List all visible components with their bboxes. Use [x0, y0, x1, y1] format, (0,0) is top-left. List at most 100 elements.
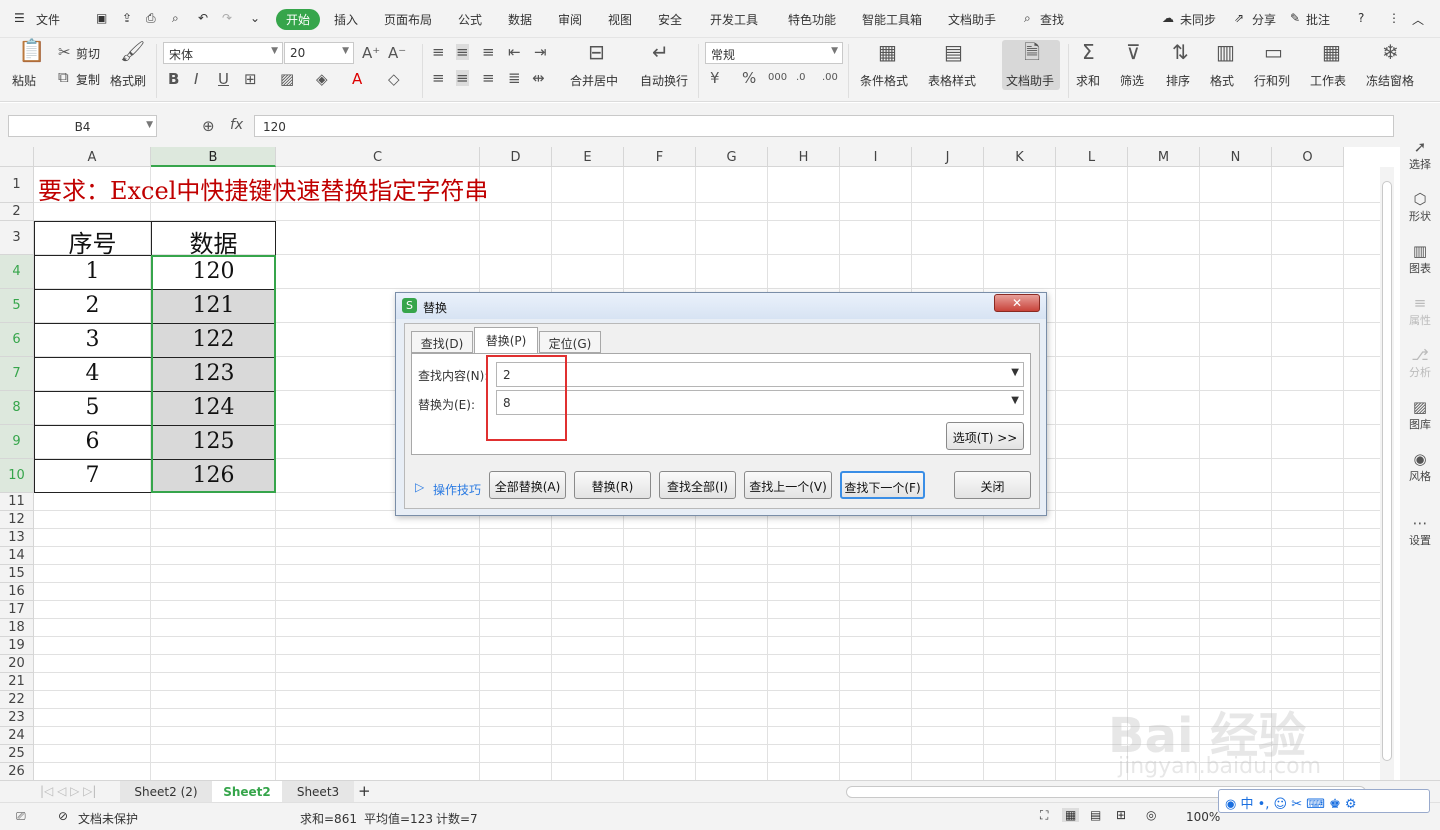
- increase-font-icon[interactable]: A⁺: [362, 45, 380, 61]
- column-header[interactable]: C: [276, 147, 480, 167]
- tab-goto[interactable]: 定位(G): [539, 331, 601, 353]
- share-button[interactable]: 分享: [1252, 11, 1276, 28]
- find-input[interactable]: 2 ▼: [496, 362, 1024, 387]
- select-all-corner[interactable]: [0, 147, 34, 167]
- close-button[interactable]: 关闭: [954, 471, 1031, 499]
- justify-icon[interactable]: ≣: [508, 70, 521, 86]
- conditional-format-button[interactable]: 条件格式: [860, 72, 908, 89]
- column-header[interactable]: B: [151, 147, 276, 167]
- page-break-icon[interactable]: ⊞: [1116, 808, 1126, 822]
- format-painter-icon[interactable]: 🖌: [120, 41, 145, 61]
- find-all-button[interactable]: 查找全部(I): [659, 471, 736, 499]
- distribute-icon[interactable]: ⇹: [532, 70, 545, 86]
- data-cell[interactable]: 124: [151, 395, 276, 420]
- dialog-titlebar[interactable]: S 替换 ✕: [396, 293, 1046, 319]
- menu-file[interactable]: 文件: [36, 11, 60, 28]
- tab-page-layout[interactable]: 页面布局: [384, 11, 432, 28]
- sheet-tab[interactable]: Sheet2 (2): [120, 781, 212, 803]
- page-view-icon[interactable]: ▤: [1090, 808, 1101, 822]
- tab-features[interactable]: 特色功能: [788, 11, 836, 28]
- row-header[interactable]: 19: [0, 637, 34, 655]
- row-header[interactable]: 24: [0, 727, 34, 745]
- rp-style[interactable]: ◉ 风格: [1400, 450, 1440, 484]
- first-sheet-icon[interactable]: |◁ ◁ ▷ ▷|: [40, 784, 96, 798]
- row-header[interactable]: 23: [0, 709, 34, 727]
- tab-view[interactable]: 视图: [608, 11, 632, 28]
- menu-search[interactable]: 查找: [1040, 11, 1064, 28]
- data-cell[interactable]: 122: [151, 327, 276, 352]
- row-header[interactable]: 14: [0, 547, 34, 565]
- row-header[interactable]: 12: [0, 511, 34, 529]
- row-header[interactable]: 7: [0, 357, 34, 391]
- rp-select[interactable]: ➚ 选择: [1400, 138, 1440, 172]
- tab-find[interactable]: 查找(D): [411, 331, 473, 353]
- sheet-tab[interactable]: Sheet3: [282, 781, 354, 803]
- comment-button[interactable]: 批注: [1306, 11, 1330, 28]
- preview-icon[interactable]: ⌕: [172, 11, 179, 26]
- column-header[interactable]: K: [984, 147, 1056, 167]
- freeze-icon[interactable]: ❄: [1382, 42, 1399, 62]
- sum-button[interactable]: 求和: [1076, 72, 1100, 89]
- copy-button[interactable]: 复制: [76, 71, 100, 88]
- align-bottom-icon[interactable]: ≡: [482, 44, 495, 60]
- rp-gallery[interactable]: ▨ 图库: [1400, 398, 1440, 432]
- clear-icon[interactable]: ◇: [388, 71, 400, 87]
- tab-review[interactable]: 审阅: [558, 11, 582, 28]
- underline-icon[interactable]: U: [218, 71, 229, 87]
- rp-shape[interactable]: ⬡ 形状: [1400, 190, 1440, 224]
- fill-color-icon[interactable]: ◈: [316, 71, 328, 87]
- hamburger-icon[interactable]: ☰: [14, 11, 25, 25]
- indent-increase-icon[interactable]: ⇥: [534, 44, 547, 60]
- record-icon[interactable]: ⎚: [16, 809, 26, 824]
- rp-chart[interactable]: ▥ 图表: [1400, 242, 1440, 276]
- decrease-decimal-icon[interactable]: .00: [822, 70, 838, 86]
- row-header[interactable]: 17: [0, 601, 34, 619]
- font-name-select[interactable]: 宋体 ▼: [163, 42, 283, 64]
- wrap-icon[interactable]: ↵: [652, 42, 669, 62]
- copy-icon[interactable]: ⧉: [58, 69, 69, 85]
- worksheet-button[interactable]: 工作表: [1310, 72, 1346, 89]
- more-icon[interactable]: ⋮: [1388, 11, 1400, 25]
- column-header[interactable]: A: [34, 147, 151, 167]
- column-header[interactable]: G: [696, 147, 768, 167]
- column-header[interactable]: I: [840, 147, 912, 167]
- rp-settings[interactable]: ⋯ 设置: [1400, 514, 1440, 548]
- merge-center-button[interactable]: 合并居中: [570, 72, 618, 89]
- row-header[interactable]: 22: [0, 691, 34, 709]
- tab-formulas[interactable]: 公式: [458, 11, 482, 28]
- find-next-button[interactable]: 查找下一个(F): [840, 471, 925, 499]
- data-cell[interactable]: 121: [151, 293, 276, 318]
- vertical-scrollbar[interactable]: [1380, 167, 1394, 780]
- tips-link[interactable]: 操作技巧: [433, 481, 481, 498]
- tab-doc-helper[interactable]: 文档助手: [948, 11, 996, 28]
- row-header[interactable]: 5: [0, 289, 34, 323]
- align-top-icon[interactable]: ≡: [432, 44, 445, 60]
- sum-icon[interactable]: Σ: [1082, 42, 1095, 62]
- fill-pattern-icon[interactable]: ▨: [280, 71, 294, 87]
- find-previous-button[interactable]: 查找上一个(V): [744, 471, 832, 499]
- doc-helper-button[interactable]: 🗎 文档助手: [1002, 40, 1060, 90]
- help-icon[interactable]: ?: [1358, 11, 1364, 25]
- cut-button[interactable]: 剪切: [76, 45, 100, 62]
- sync-status[interactable]: 未同步: [1180, 11, 1216, 28]
- data-cell[interactable]: 126: [151, 463, 276, 488]
- tab-developer[interactable]: 开发工具: [710, 11, 758, 28]
- format-painter-button[interactable]: 格式刷: [110, 72, 146, 89]
- filter-icon[interactable]: ⊽: [1126, 42, 1141, 62]
- column-header[interactable]: N: [1200, 147, 1272, 167]
- print-icon[interactable]: ⎙: [146, 11, 156, 26]
- align-middle-icon[interactable]: ≡: [456, 44, 469, 60]
- row-header[interactable]: 15: [0, 565, 34, 583]
- thousands-icon[interactable]: 000: [768, 70, 787, 86]
- row-header[interactable]: 2: [0, 203, 34, 221]
- export-icon[interactable]: ⇪: [122, 11, 132, 25]
- row-header[interactable]: 13: [0, 529, 34, 547]
- name-box[interactable]: B4 ▼: [8, 115, 157, 137]
- italic-icon[interactable]: I: [194, 71, 198, 87]
- row-header[interactable]: 18: [0, 619, 34, 637]
- column-header[interactable]: J: [912, 147, 984, 167]
- tab-security[interactable]: 安全: [658, 11, 682, 28]
- tab-replace[interactable]: 替换(P): [474, 327, 538, 353]
- paste-button[interactable]: 粘贴: [12, 72, 36, 89]
- conditional-format-icon[interactable]: ▦: [878, 42, 897, 62]
